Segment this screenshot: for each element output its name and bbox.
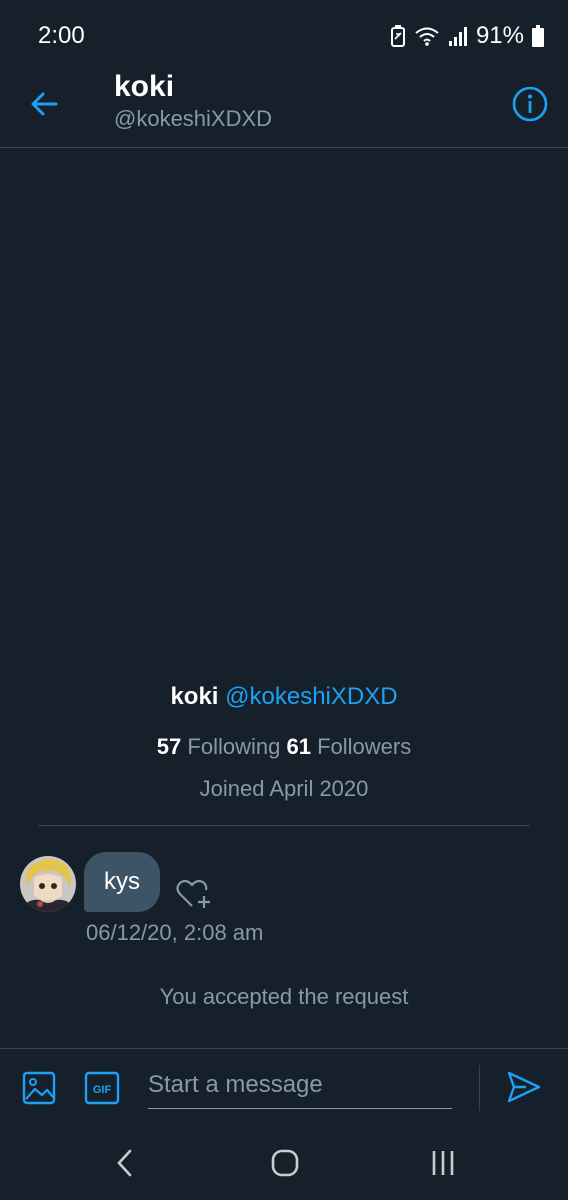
composer-separator	[479, 1065, 480, 1111]
battery-percent: 91%	[475, 22, 524, 49]
status-icons: 91%	[390, 22, 544, 50]
nav-home-icon[interactable]	[268, 1146, 302, 1180]
message-input[interactable]	[148, 1061, 452, 1109]
followers-label: Followers	[317, 734, 412, 759]
followers-count: 61	[286, 734, 311, 759]
profile-name-line: koki @kokeshiXDXD	[0, 680, 568, 714]
system-message: You accepted the request	[159, 984, 409, 1009]
signal-icon	[448, 27, 467, 46]
following-label: Following	[187, 734, 281, 759]
battery-saver-icon	[390, 25, 405, 47]
header-handle: @kokeshiXDXD	[114, 106, 273, 131]
svg-text:GIF: GIF	[93, 1084, 112, 1096]
info-icon[interactable]	[510, 84, 550, 124]
wifi-icon	[415, 27, 439, 46]
profile-summary[interactable]: koki @kokeshiXDXD 57 Following 61 Follow…	[0, 680, 568, 804]
status-time: 2:00	[38, 22, 85, 49]
avatar[interactable]	[20, 856, 76, 912]
system-nav-bar	[0, 1126, 568, 1200]
nav-recent-icon[interactable]	[426, 1146, 460, 1180]
following-count: 57	[156, 734, 182, 759]
message-timestamp: 06/12/20, 2:08 am	[86, 920, 264, 945]
profile-name: koki	[170, 683, 219, 710]
nav-back-icon[interactable]	[110, 1146, 140, 1180]
joined-date: Joined April 2020	[199, 776, 369, 801]
profile-stats: 57 Following 61 Followers	[0, 732, 568, 762]
back-arrow-icon[interactable]	[26, 86, 62, 122]
like-heart-icon[interactable]	[174, 876, 214, 912]
image-icon[interactable]	[22, 1071, 56, 1105]
battery-icon	[532, 25, 544, 47]
gif-icon[interactable]: GIF	[84, 1071, 120, 1105]
send-icon[interactable]	[506, 1069, 542, 1105]
message-bubble[interactable]: kys	[84, 852, 160, 912]
conversation-header: koki @kokeshiXDXD	[0, 60, 568, 148]
divider	[38, 825, 530, 826]
message-text: kys	[104, 868, 140, 895]
header-title: koki	[114, 70, 175, 103]
profile-handle: @kokeshiXDXD	[225, 683, 398, 710]
message-composer: GIF	[0, 1048, 568, 1126]
